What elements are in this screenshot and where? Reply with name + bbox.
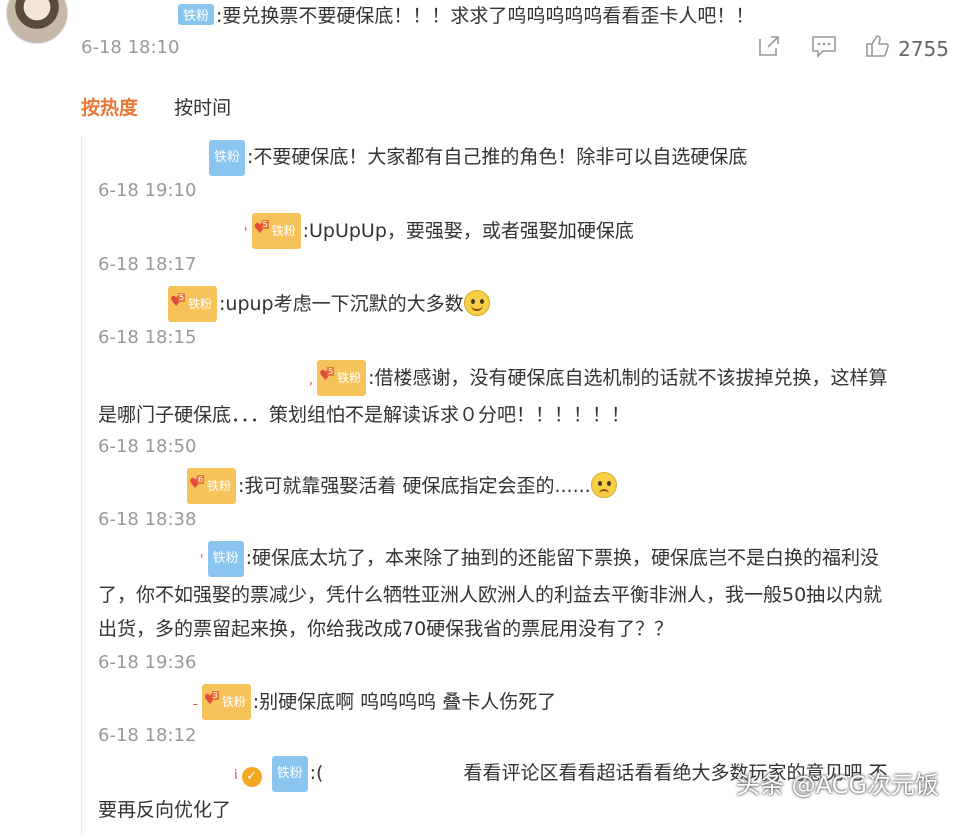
smile-emoji-icon bbox=[463, 290, 490, 316]
reply-time: 6-18 18:17 bbox=[98, 254, 197, 275]
verified-icon: ✓ bbox=[241, 767, 262, 787]
comment-text: :要兑换票不要硬保底！！！求求了呜呜呜呜呜看看歪卡人吧！！ bbox=[216, 5, 755, 27]
like-count: 2755 bbox=[898, 37, 949, 61]
share-icon[interactable] bbox=[756, 33, 782, 65]
comment-icon[interactable] bbox=[810, 33, 838, 65]
reply-item: ♥ 6 铁粉:我可就靠强娶活着 硬保底指定会歪的...... bbox=[98, 468, 971, 504]
reply-text-line: 了，你不如强娶的票减少，凭什么牺牲亚洲人欧洲人的利益去平衡非洲人，我一般50抽以… bbox=[98, 584, 883, 606]
reply-time: 6-18 18:12 bbox=[98, 725, 197, 746]
username-tail: ' bbox=[200, 553, 204, 568]
reply-text-line: 是哪门子硬保底．．．策划组怕不是解读诉求０分吧！！！！！！ bbox=[98, 404, 631, 426]
reply-text: :upup考虑一下沉默的大多数 bbox=[219, 293, 464, 315]
fan-badge-label: 铁粉 bbox=[221, 695, 246, 709]
reply-time: 6-18 18:15 bbox=[98, 327, 197, 348]
tab-sort-hot[interactable]: 按热度 bbox=[81, 97, 138, 119]
username-tail: - bbox=[193, 697, 198, 712]
reply-time: 6-18 18:50 bbox=[98, 436, 197, 457]
heart-icon: ♥ bbox=[319, 368, 332, 384]
sad-emoji-icon bbox=[590, 472, 617, 498]
fan-badge[interactable]: ♥ 3 铁粉 bbox=[201, 684, 251, 720]
reply-item: 铁粉:不要硬保底！大家都有自己推的角色！除非可以自选硬保底 bbox=[98, 140, 971, 176]
reply-list: 铁粉:不要硬保底！大家都有自己推的角色！除非可以自选硬保底 6-18 19:10… bbox=[81, 136, 971, 836]
username-tail: ' bbox=[244, 226, 248, 241]
top-comment-text: 铁粉:要兑换票不要硬保底！！！求求了呜呜呜呜呜看看歪卡人吧！！ bbox=[178, 1, 754, 28]
reply-time: 6-18 19:36 bbox=[98, 652, 197, 673]
comment-time: 6-18 18:10 bbox=[81, 37, 180, 58]
reply-prefix: :( bbox=[309, 762, 324, 784]
reply-item: ♥ 5 铁粉:upup考虑一下沉默的大多数 bbox=[98, 286, 971, 322]
sort-tabs: 按热度 按时间 bbox=[81, 93, 231, 120]
heart-icon: ♥ bbox=[203, 692, 217, 708]
reply-time: 6-18 19:10 bbox=[98, 180, 197, 201]
reply-item: ' ♥ 5 铁粉:UpUpUp，要强娶，或者强娶加硬保底 bbox=[98, 213, 971, 251]
fan-badge[interactable]: ♥ 6 铁粉 bbox=[187, 468, 237, 504]
fan-badge-label: 铁粉 bbox=[337, 371, 362, 385]
reply-item: - ♥ 3 铁粉:别硬保底啊 呜呜呜呜 叠卡人伤死了 bbox=[98, 684, 971, 722]
reply-text: :借楼感谢，没有硬保底自选机制的话就不该拔掉兑换，这样算 bbox=[368, 367, 888, 389]
tiefen-badge[interactable]: 铁粉 bbox=[178, 4, 215, 25]
fan-badge-label: 铁粉 bbox=[188, 297, 213, 311]
fan-badge[interactable]: ♥ 5 铁粉 bbox=[168, 286, 218, 322]
heart-icon: ♥ bbox=[189, 476, 202, 492]
fan-badge-label: 铁粉 bbox=[271, 224, 296, 238]
fan-level: 3 bbox=[211, 691, 219, 700]
username-tail: , bbox=[309, 373, 314, 388]
comment-actions: 2755 bbox=[756, 33, 949, 65]
reply-text: :UpUpUp，要强娶，或者强娶加硬保底 bbox=[302, 220, 634, 242]
reply-text: :我可就靠强娶活着 硬保底指定会歪的...... bbox=[238, 475, 591, 497]
tiefen-badge[interactable]: 铁粉 bbox=[207, 541, 244, 577]
watermark: 头条 @ACG次元饭 bbox=[736, 771, 939, 799]
tab-sort-time[interactable]: 按时间 bbox=[174, 97, 231, 119]
username-tail: i bbox=[234, 768, 238, 783]
heart-icon: ♥ bbox=[170, 294, 183, 310]
heart-icon: ♥ bbox=[253, 221, 267, 237]
reply-time: 6-18 18:38 bbox=[98, 509, 197, 530]
reply-item: ' 铁粉:硬保底太坑了，本来除了抽到的还能留下票换，硬保底岂不是白换的福利没 了，… bbox=[98, 541, 953, 646]
reply-text: :别硬保底啊 呜呜呜呜 叠卡人伤死了 bbox=[252, 691, 557, 713]
top-comment: 铁粉:要兑换票不要硬保底！！！求求了呜呜呜呜呜看看歪卡人吧！！ 6-18 18:… bbox=[0, 0, 971, 80]
fan-level: 5 bbox=[261, 220, 269, 229]
tiefen-badge[interactable]: 铁粉 bbox=[271, 756, 308, 792]
fan-level: 6 bbox=[197, 475, 205, 484]
thumbs-up-icon[interactable] bbox=[864, 33, 890, 65]
avatar[interactable] bbox=[6, 0, 68, 44]
reply-text: :不要硬保底！大家都有自己推的角色！除非可以自选硬保底 bbox=[247, 146, 748, 168]
fan-badge[interactable]: ♥ 5 铁粉 bbox=[251, 213, 301, 249]
reply-text-line: 出货，多的票留起来换，你给我改成70硬保我省的票屁用没有了？？ bbox=[98, 618, 674, 640]
fan-level: 5 bbox=[327, 367, 335, 376]
fan-badge[interactable]: ♥ 5 铁粉 bbox=[317, 360, 367, 396]
fan-level: 5 bbox=[178, 293, 186, 302]
reply-item: , ♥ 5 铁粉:借楼感谢，没有硬保底自选机制的话就不该拔掉兑换，这样算 是哪门子硬保… bbox=[98, 360, 953, 432]
fan-badge-label: 铁粉 bbox=[207, 479, 232, 493]
reply-text: :硬保底太坑了，本来除了抽到的还能留下票换，硬保底岂不是白换的福利没 bbox=[245, 547, 879, 569]
tiefen-badge[interactable]: 铁粉 bbox=[209, 140, 246, 176]
